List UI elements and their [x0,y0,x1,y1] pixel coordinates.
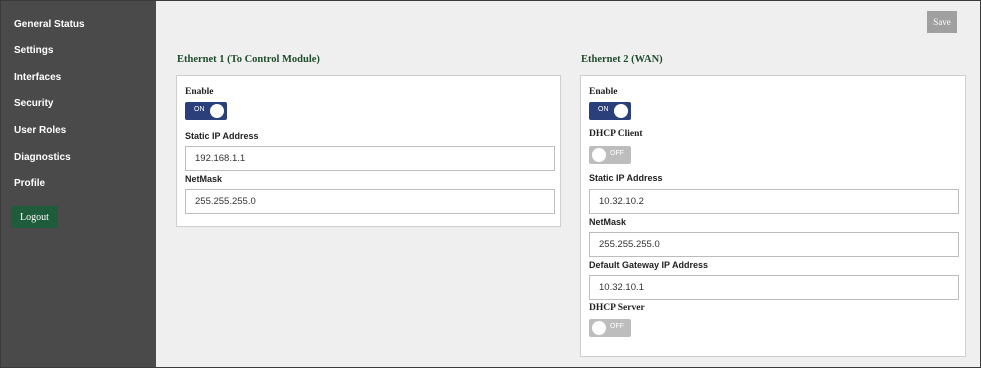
toggle-knob [614,104,628,118]
eth2-static-ip-input[interactable] [590,190,958,213]
toggle-state-text: ON [598,106,609,113]
toggle-knob [592,148,606,162]
sidebar-item-security[interactable]: Security [14,98,53,109]
eth2-gateway-input[interactable] [590,276,958,299]
eth1-netmask-label: NetMask [185,174,223,184]
toggle-state-text: OFF [610,323,624,330]
eth1-static-ip-label: Static IP Address [185,131,259,141]
eth2-static-ip-label: Static IP Address [589,173,663,183]
toggle-state-text: ON [194,106,205,113]
sidebar-item-profile[interactable]: Profile [14,178,45,189]
eth2-section-title: Ethernet 2 (WAN) [581,54,663,65]
sidebar-item-settings[interactable]: Settings [14,45,53,56]
sidebar: General Status Settings Interfaces Secur… [1,1,156,367]
eth1-netmask-field[interactable] [185,189,555,214]
eth1-static-ip-input[interactable] [186,147,554,170]
toggle-knob [592,321,606,335]
eth2-enable-label: Enable [589,87,618,97]
eth2-static-ip-field[interactable] [589,189,959,214]
eth1-section-title: Ethernet 1 (To Control Module) [177,54,320,65]
eth2-gateway-label: Default Gateway IP Address [589,260,709,270]
app-window: General Status Settings Interfaces Secur… [0,0,981,368]
eth2-panel: Enable ON DHCP Client OFF Static IP Addr… [580,75,966,357]
sidebar-item-interfaces[interactable]: Interfaces [14,72,61,83]
eth1-static-ip-field[interactable] [185,146,555,171]
sidebar-item-user-roles[interactable]: User Roles [14,125,66,136]
eth1-panel: Enable ON Static IP Address NetMask [176,75,561,227]
eth2-gateway-field[interactable] [589,275,959,300]
eth2-dhcp-client-toggle[interactable]: OFF [589,146,631,164]
eth2-netmask-input[interactable] [590,233,958,256]
save-button[interactable]: Save [927,11,957,33]
eth1-netmask-input[interactable] [186,190,554,213]
eth2-dhcp-server-toggle[interactable]: OFF [589,319,631,337]
eth2-netmask-field[interactable] [589,232,959,257]
toggle-knob [210,104,224,118]
eth1-enable-toggle[interactable]: ON [185,102,227,120]
sidebar-item-diagnostics[interactable]: Diagnostics [14,152,71,163]
eth2-dhcp-client-label: DHCP Client [589,129,643,139]
eth1-enable-label: Enable [185,87,214,97]
eth2-netmask-label: NetMask [589,217,627,227]
sidebar-item-general-status[interactable]: General Status [14,19,85,30]
eth2-enable-toggle[interactable]: ON [589,102,631,120]
eth2-dhcp-server-label: DHCP Server [589,303,645,313]
logout-button[interactable]: Logout [11,206,58,228]
toggle-state-text: OFF [610,150,624,157]
